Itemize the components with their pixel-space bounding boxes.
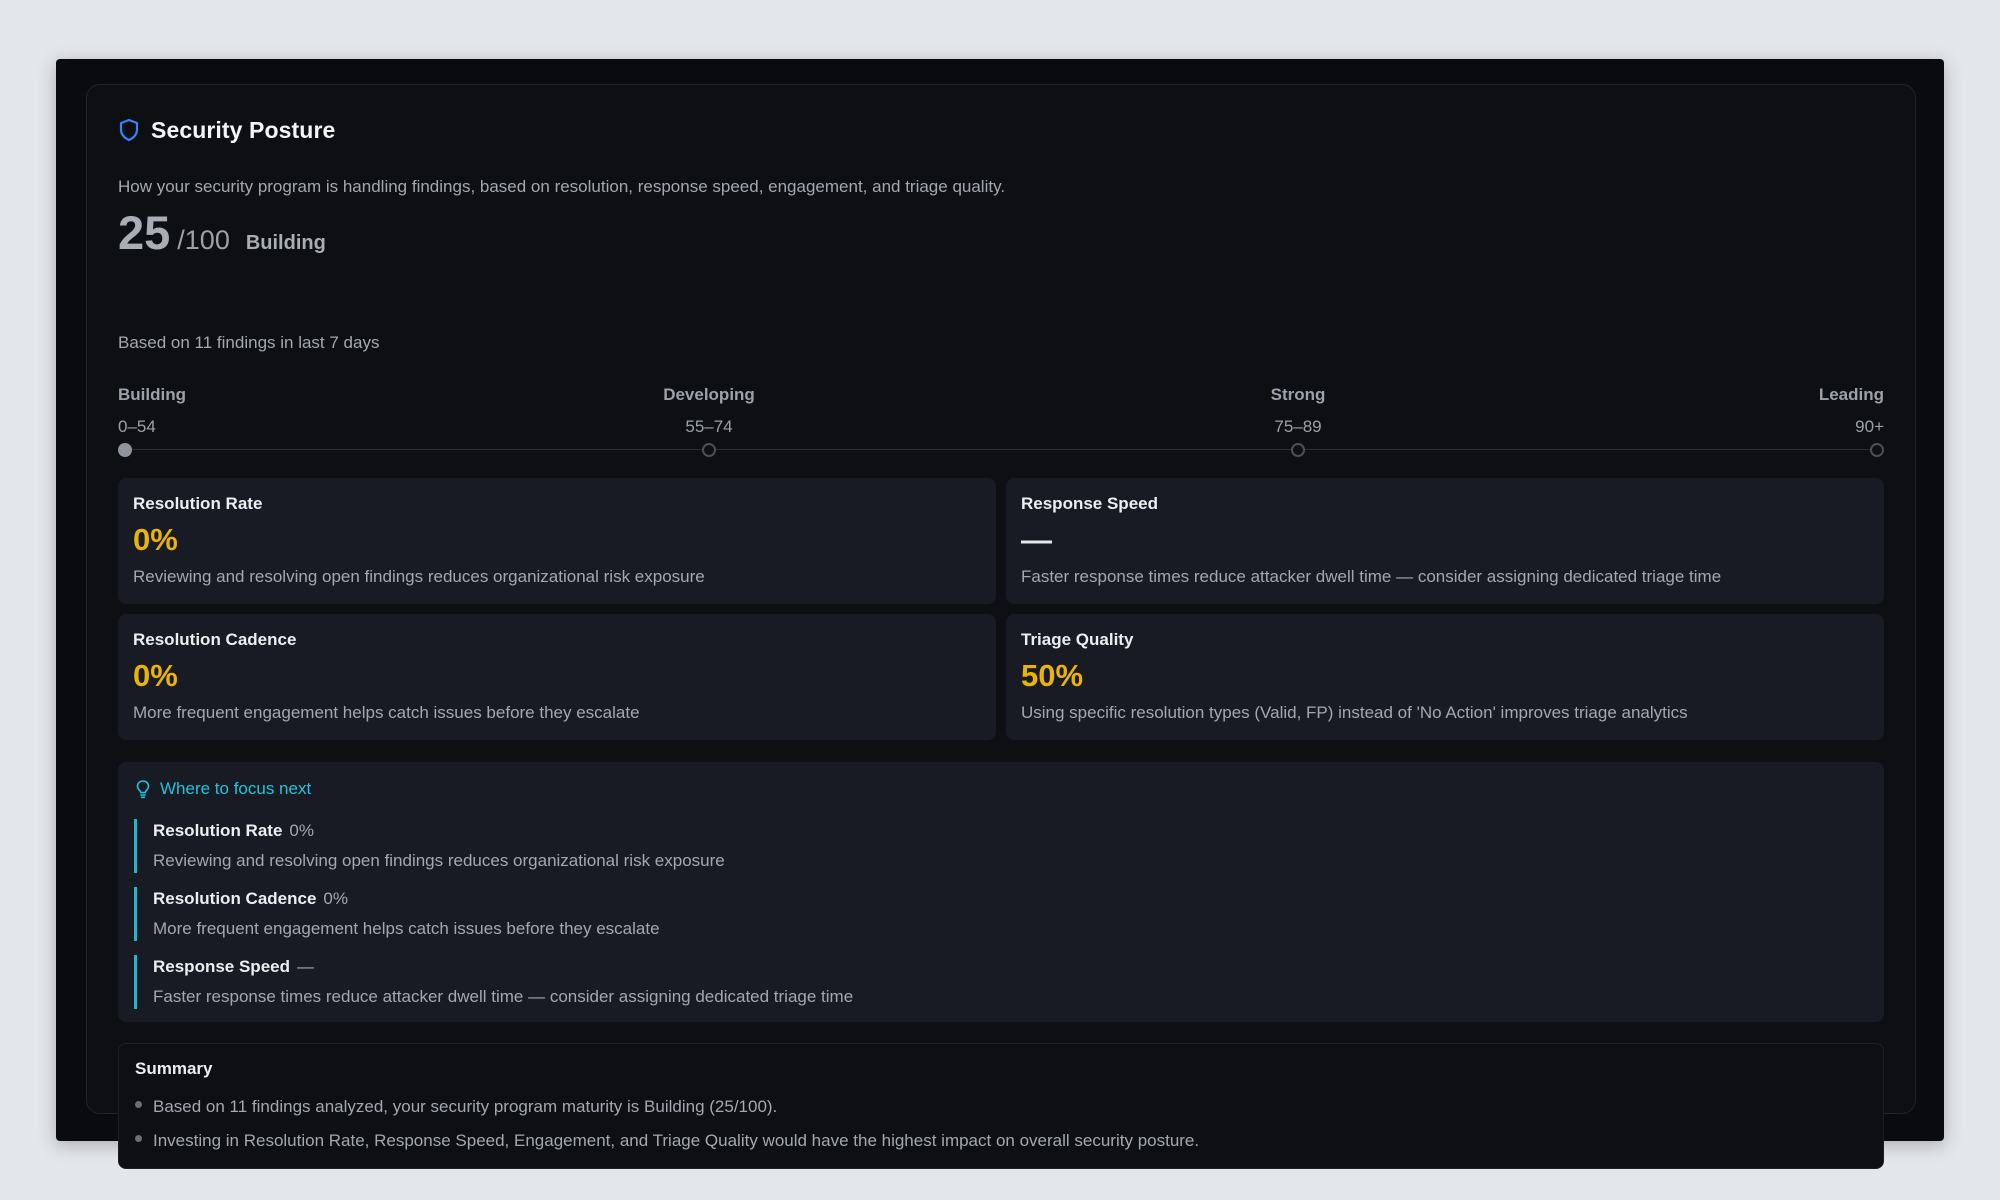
security-posture-card: Security Posture How your security progr… — [86, 84, 1916, 1169]
page-title: Security Posture — [151, 116, 336, 143]
score-value: 25 — [118, 206, 171, 259]
metric-label: Triage Quality — [1021, 630, 1134, 649]
metric-hint: Reviewing and resolving open findings re… — [133, 567, 705, 586]
score-level: Building — [245, 232, 326, 254]
focus-item-resolution-rate: Resolution Rate 0% Reviewing and resolvin… — [134, 819, 1834, 873]
tier-range: 90+ — [1855, 417, 1884, 436]
tier-developing: Developing 55–74 — [659, 385, 759, 437]
metric-label: Resolution Rate — [133, 494, 263, 513]
scale-track — [125, 449, 1877, 450]
tier-name: Strong — [1270, 385, 1326, 404]
focus-item-name: Response Speed — [153, 957, 290, 976]
title-row: Security Posture — [118, 115, 335, 145]
focus-item-value: 0% — [323, 889, 348, 908]
focus-item-value: 0% — [289, 821, 314, 840]
tier-name: Building — [118, 385, 186, 404]
focus-panel: Where to focus next Resolution Rate 0% Re… — [118, 762, 1884, 1022]
metric-resolution-rate: Resolution Rate 0% Reviewing and resolvi… — [118, 478, 996, 604]
maturity-scale: Building 0–54 Developing 55–74 Strong 75… — [118, 385, 1884, 457]
lightbulb-icon — [135, 779, 151, 799]
summary-item: Based on 11 findings analyzed, your secu… — [135, 1097, 777, 1117]
tier-range: 0–54 — [118, 417, 156, 436]
metric-hint: Faster response times reduce attacker dw… — [1021, 567, 1722, 586]
focus-item-response-speed: Response Speed — Faster response times re… — [134, 955, 1834, 1009]
tier-name: Developing — [663, 385, 755, 404]
metric-response-speed: Response Speed — Faster response times r… — [1006, 478, 1884, 604]
metric-label: Resolution Cadence — [133, 630, 297, 649]
summary-item: Investing in Resolution Rate, Response S… — [135, 1131, 1199, 1151]
metric-hint: More frequent engagement helps catch iss… — [133, 703, 640, 722]
focus-item-name: Resolution Rate — [153, 821, 283, 840]
tier-leading: Leading 90+ — [1819, 385, 1884, 437]
metric-label: Response Speed — [1021, 494, 1158, 513]
score-display: 25 /100 Building — [118, 209, 326, 256]
focus-title: Where to focus next — [160, 779, 312, 798]
summary-panel: Summary Based on 11 findings analyzed, y… — [118, 1043, 1884, 1169]
scale-marker-strong — [1291, 443, 1305, 457]
focus-item-hint: Faster response times reduce attacker dw… — [153, 987, 854, 1006]
page-description: How your security program is handling fi… — [118, 177, 1006, 196]
metric-triage-quality: Triage Quality 50% Using specific resolu… — [1006, 614, 1884, 740]
app-window: Security Posture How your security progr… — [56, 59, 1944, 1169]
score-max: /100 — [177, 225, 230, 255]
metric-resolution-cadence: Resolution Cadence 0% More frequent enga… — [118, 614, 996, 740]
metric-value: 0% — [133, 658, 178, 693]
focus-item-value: — — [297, 957, 314, 976]
tier-range: 55–74 — [685, 417, 733, 436]
focus-header: Where to focus next — [135, 779, 311, 799]
focus-item-name: Resolution Cadence — [153, 889, 317, 908]
focus-item-hint: More frequent engagement helps catch iss… — [153, 919, 660, 938]
tier-name: Leading — [1818, 385, 1884, 404]
tier-building: Building 0–54 — [118, 385, 186, 437]
metric-hint: Using specific resolution types (Valid, … — [1021, 703, 1688, 722]
tier-strong: Strong 75–89 — [1248, 385, 1348, 437]
shield-icon — [118, 118, 140, 142]
scale-marker-developing — [702, 443, 716, 457]
scale-marker-leading — [1870, 443, 1884, 457]
tier-range: 75–89 — [1274, 417, 1322, 436]
metric-value: 50% — [1021, 658, 1084, 693]
score-basis: Based on 11 findings in last 7 days — [118, 333, 380, 352]
metric-value: 0% — [133, 522, 178, 557]
metric-value: — — [1021, 522, 1052, 557]
summary-title: Summary — [135, 1059, 213, 1078]
focus-item-resolution-cadence: Resolution Cadence 0% More frequent engag… — [134, 887, 1834, 941]
scale-marker-building — [118, 443, 132, 457]
focus-item-hint: Reviewing and resolving open findings re… — [153, 851, 725, 870]
